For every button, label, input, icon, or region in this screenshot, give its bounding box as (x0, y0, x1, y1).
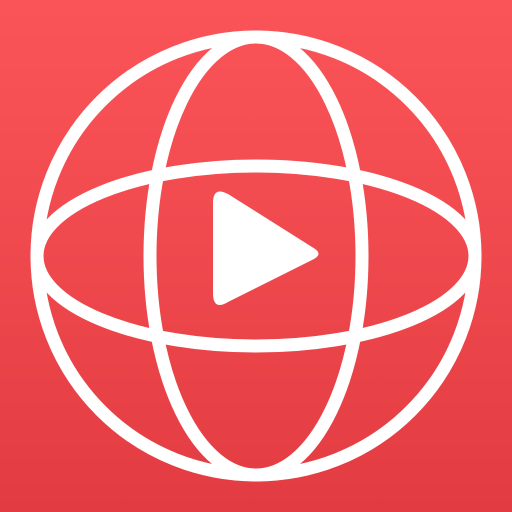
globe-play-icon (30, 30, 482, 482)
play-icon (213, 191, 319, 305)
app-icon[interactable] (0, 0, 512, 512)
